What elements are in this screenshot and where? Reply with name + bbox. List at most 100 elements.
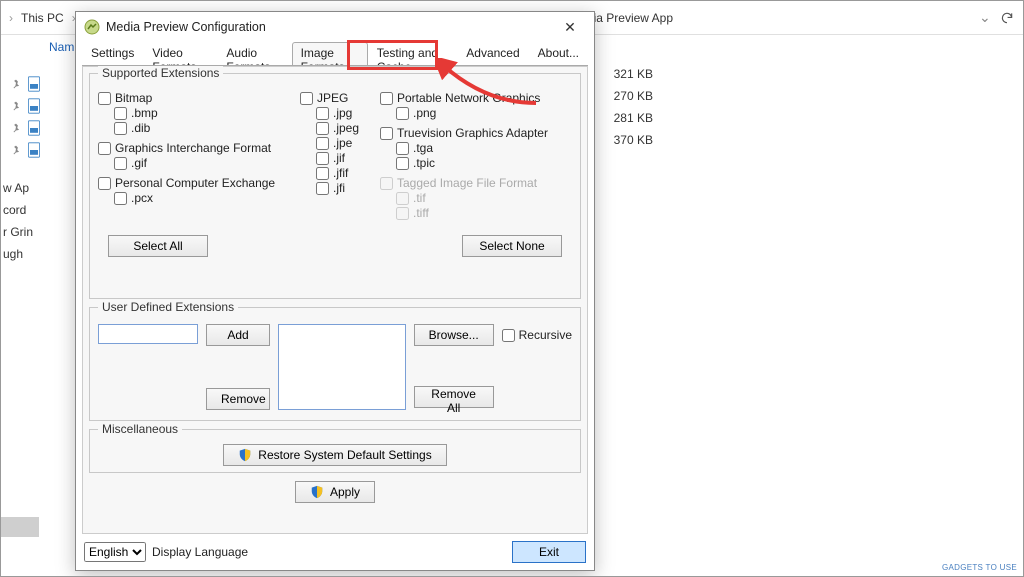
label: Bitmap bbox=[115, 91, 152, 105]
check-bitmap[interactable]: Bitmap bbox=[98, 91, 290, 105]
language-select[interactable]: English bbox=[84, 542, 146, 562]
extensions-listbox[interactable] bbox=[278, 324, 406, 410]
checkbox[interactable] bbox=[114, 107, 127, 120]
table-row[interactable]: 281 KB bbox=[579, 107, 779, 129]
chevron-down-icon[interactable]: ⌄ bbox=[979, 9, 989, 26]
check-gif-format[interactable]: Graphics Interchange Format bbox=[98, 141, 290, 155]
checkbox[interactable] bbox=[98, 177, 111, 190]
checkbox[interactable] bbox=[316, 122, 329, 135]
table-row[interactable]: 370 KB bbox=[579, 129, 779, 151]
checkbox[interactable] bbox=[316, 137, 329, 150]
refresh-icon[interactable] bbox=[997, 8, 1017, 28]
check-png[interactable]: .png bbox=[396, 106, 572, 120]
checkbox bbox=[396, 207, 409, 220]
check-gif[interactable]: .gif bbox=[114, 156, 290, 170]
label: .bmp bbox=[131, 106, 158, 120]
check-jpe[interactable]: .jpe bbox=[316, 136, 370, 150]
check-dib[interactable]: .dib bbox=[114, 121, 290, 135]
chevron-right-icon: › bbox=[7, 11, 15, 25]
list-item[interactable] bbox=[11, 139, 71, 161]
check-jpg[interactable]: .jpg bbox=[316, 106, 370, 120]
watermark: GADGETS TO USE bbox=[942, 563, 1017, 572]
label: .dib bbox=[131, 121, 150, 135]
label: Truevision Graphics Adapter bbox=[397, 126, 548, 140]
browse-button[interactable]: Browse... bbox=[414, 324, 494, 346]
close-icon[interactable]: ✕ bbox=[550, 15, 590, 39]
label: .tpic bbox=[413, 156, 435, 170]
table-row[interactable]: 270 KB bbox=[579, 85, 779, 107]
add-button[interactable]: Add bbox=[206, 324, 270, 346]
checkbox[interactable] bbox=[396, 107, 409, 120]
select-all-button[interactable]: Select All bbox=[108, 235, 208, 257]
breadcrumb-this-pc[interactable]: This PC bbox=[15, 11, 70, 25]
check-jfi[interactable]: .jfi bbox=[316, 181, 370, 195]
checkbox[interactable] bbox=[114, 157, 127, 170]
format-column-3: Portable Network Graphics .png Truevisio… bbox=[380, 90, 572, 221]
checkbox bbox=[380, 177, 393, 190]
sidebar-item[interactable]: ugh bbox=[1, 247, 39, 269]
tab-image-formats[interactable]: Image Formats bbox=[292, 42, 368, 66]
checkbox[interactable] bbox=[316, 107, 329, 120]
label: .jif bbox=[333, 151, 345, 165]
label: Portable Network Graphics bbox=[397, 91, 540, 105]
check-jfif[interactable]: .jfif bbox=[316, 166, 370, 180]
image-file-icon bbox=[27, 98, 41, 114]
extension-input[interactable] bbox=[98, 324, 198, 344]
remove-button[interactable]: Remove bbox=[206, 388, 270, 410]
checkbox[interactable] bbox=[380, 92, 393, 105]
dialog-titlebar[interactable]: Media Preview Configuration ✕ bbox=[76, 12, 594, 42]
select-none-button[interactable]: Select None bbox=[462, 235, 562, 257]
label: Graphics Interchange Format bbox=[115, 141, 271, 155]
label: .tiff bbox=[413, 206, 429, 220]
label: .jfi bbox=[333, 181, 345, 195]
checkbox[interactable] bbox=[316, 167, 329, 180]
label: Recursive bbox=[519, 328, 572, 342]
list-item[interactable] bbox=[11, 73, 71, 95]
checkbox[interactable] bbox=[300, 92, 313, 105]
tab-settings[interactable]: Settings bbox=[82, 42, 143, 66]
check-png-format[interactable]: Portable Network Graphics bbox=[380, 91, 572, 105]
check-jpeg-format[interactable]: JPEG bbox=[300, 91, 370, 105]
check-tpic[interactable]: .tpic bbox=[396, 156, 572, 170]
checkbox[interactable] bbox=[502, 329, 515, 342]
tab-video-formats[interactable]: Video Formats bbox=[143, 42, 217, 66]
checkbox[interactable] bbox=[396, 157, 409, 170]
check-pcx-format[interactable]: Personal Computer Exchange bbox=[98, 176, 290, 190]
check-bmp[interactable]: .bmp bbox=[114, 106, 290, 120]
checkbox[interactable] bbox=[396, 142, 409, 155]
label: .jpeg bbox=[333, 121, 359, 135]
check-tga-format[interactable]: Truevision Graphics Adapter bbox=[380, 126, 572, 140]
checkbox[interactable] bbox=[316, 152, 329, 165]
exit-button[interactable]: Exit bbox=[512, 541, 586, 563]
sidebar-item[interactable]: r Grin bbox=[1, 225, 39, 247]
remove-all-button[interactable]: Remove All bbox=[414, 386, 494, 408]
tab-audio-formats[interactable]: Audio Formats bbox=[217, 42, 291, 66]
pin-icon bbox=[11, 123, 21, 133]
sidebar-item[interactable]: cord bbox=[1, 203, 39, 225]
sidebar-selection bbox=[1, 517, 39, 537]
check-recursive[interactable]: Recursive bbox=[502, 328, 572, 342]
checkbox[interactable] bbox=[98, 142, 111, 155]
restore-defaults-button[interactable]: Restore System Default Settings bbox=[223, 444, 446, 466]
tab-advanced[interactable]: Advanced bbox=[457, 42, 528, 66]
group-user-defined: User Defined Extensions Add Remove bbox=[89, 307, 581, 421]
checkbox[interactable] bbox=[114, 192, 127, 205]
tab-testing-cache[interactable]: Testing and Cache bbox=[368, 42, 458, 66]
column-name[interactable]: Nam bbox=[49, 40, 74, 54]
table-row[interactable]: 321 KB bbox=[579, 63, 779, 85]
list-item[interactable] bbox=[11, 117, 71, 139]
apply-button[interactable]: Apply bbox=[295, 481, 375, 503]
sidebar-item[interactable]: w Ap bbox=[1, 181, 39, 203]
tab-about[interactable]: About... bbox=[529, 42, 588, 66]
checkbox[interactable] bbox=[380, 127, 393, 140]
check-jpeg[interactable]: .jpeg bbox=[316, 121, 370, 135]
check-jif[interactable]: .jif bbox=[316, 151, 370, 165]
check-pcx[interactable]: .pcx bbox=[114, 191, 290, 205]
label: .jpg bbox=[333, 106, 352, 120]
checkbox[interactable] bbox=[316, 182, 329, 195]
label: .jpe bbox=[333, 136, 352, 150]
list-item[interactable] bbox=[11, 95, 71, 117]
checkbox[interactable] bbox=[98, 92, 111, 105]
check-tga[interactable]: .tga bbox=[396, 141, 572, 155]
checkbox[interactable] bbox=[114, 122, 127, 135]
